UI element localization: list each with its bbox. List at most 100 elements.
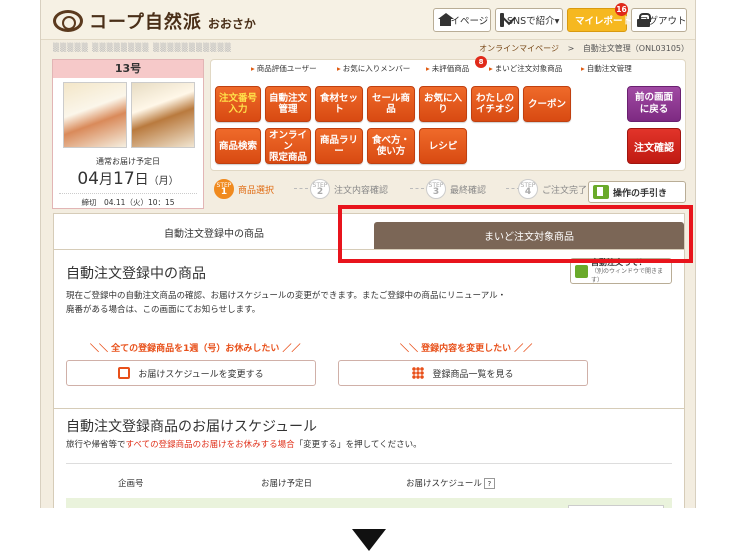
sublink-maido-items[interactable]: ▸ まいど注文対象商品 — [489, 63, 562, 74]
desc-text: 「変更する」を押してください。 — [294, 440, 422, 450]
sublink-auto-order[interactable]: ▸ 自動注文管理 — [581, 63, 632, 74]
section-title: 自動注文登録中の商品 — [66, 266, 206, 282]
button-label: セール商品 — [371, 93, 410, 115]
button-label: 自動注文 管理 — [268, 93, 307, 115]
breadcrumb: オンラインマイページ > 自動注文管理（ONL03105） — [479, 43, 689, 54]
product-rally-button[interactable]: 商品ラリー — [315, 128, 363, 164]
arrow-right-icon: ▸ — [489, 64, 493, 73]
button-label: オンライン 限定商品 — [268, 129, 307, 163]
breadcrumb-mypage[interactable]: オンラインマイページ — [479, 44, 559, 53]
button-label: レシピ — [428, 140, 458, 152]
button-label: 商品ラリー — [319, 135, 358, 157]
sublink-unrated-items[interactable]: ▸ 未評価商品 — [426, 63, 469, 74]
breadcrumb-current: 自動注文管理（ONL03105） — [582, 44, 689, 53]
catalog-image — [63, 82, 127, 148]
desc-text: 旅行や帰省等で — [66, 440, 126, 450]
column-header-label: お届けスケジュール — [406, 479, 482, 489]
book-icon — [593, 185, 609, 199]
logo-region: おおさか — [207, 16, 256, 31]
catalog-image — [131, 82, 195, 148]
order-deadline: 締切 04.11（火）10：15 — [59, 193, 197, 208]
coupon-button[interactable]: クーポン — [523, 86, 571, 122]
view-registered-items-button[interactable]: 登録商品一覧を見る — [338, 360, 588, 386]
button-label: 注文番号 入力 — [218, 93, 257, 115]
description-line: 現在ご登録中の自動注文商品の確認、お届けスケジュールの変更ができます。またご登録… — [66, 291, 507, 301]
catalog-images[interactable] — [61, 80, 195, 150]
site-header: コープ自然派 おおさか マイページ SNSで紹介▾ マイレポート 16 ログアウ… — [41, 0, 695, 40]
issue-number: 13号 — [53, 60, 203, 78]
logo-text: コープ自然派 — [89, 12, 202, 33]
order-steps: STEP 1 商品選択 STEP 2 注文内容確認 STEP 3 最終確認 STEP 4… — [214, 179, 587, 205]
grid-dots-icon — [412, 367, 425, 379]
back-button[interactable]: 前の画面 に戻る — [627, 86, 681, 122]
table-top-border — [66, 463, 672, 464]
sale-items-button[interactable]: セール商品 — [367, 86, 415, 122]
sublink-label: まいど注文対象商品 — [494, 64, 563, 73]
description-line: 廃番がある場合は、この画面にてお知らせします。 — [66, 305, 261, 315]
step-divider — [294, 188, 308, 189]
operation-guide-button[interactable]: 操作の手引き — [588, 181, 686, 203]
coop-logo-icon — [53, 10, 83, 32]
favorites-button[interactable]: お気に入り — [419, 86, 467, 122]
step-circle: STEP 4 — [518, 179, 538, 199]
delivery-weekday: （月） — [148, 176, 179, 187]
arrow-right-icon: ▸ — [426, 64, 430, 73]
button-label: わたしの イチオシ — [475, 93, 514, 115]
schedule-control[interactable] — [568, 505, 664, 508]
button-label: 商品検索 — [218, 140, 257, 152]
button-label: 食べ方・ 使い方 — [371, 135, 410, 157]
column-header-schedule: お届けスケジュール? — [406, 477, 495, 489]
desc-emphasis: すべての登録商品のお届けをお休みする場合 — [125, 440, 295, 450]
sublink-label: 商品評価ユーザー — [256, 64, 317, 73]
delivery-day-unit: 日 — [134, 172, 149, 188]
delivery-card: 13号 通常お届け予定日 04月17日（月） 締切 04.11（火）10：15 — [52, 59, 204, 209]
unrated-count-badge: 8 — [475, 56, 487, 68]
step-label: 商品選択 — [238, 185, 275, 196]
sublink-favorite-members[interactable]: ▸ お気に入りメンバー — [337, 63, 410, 74]
arrow-right-icon: ▸ — [337, 64, 341, 73]
schedule-description: 旅行や帰省等ですべての登録商品のお届けをお休みする場合「変更する」を押してくださ… — [66, 438, 422, 450]
order-number-input-button[interactable]: 注文番号 入力 — [215, 86, 261, 122]
sns-share-button[interactable]: SNSで紹介▾ — [495, 8, 563, 32]
section-divider — [54, 408, 684, 409]
step-label: ご注文完了 — [542, 185, 588, 196]
auto-order-button[interactable]: 自動注文 管理 — [265, 86, 311, 122]
site-logo[interactable]: コープ自然派 おおさか — [53, 8, 256, 34]
step-3: STEP 3 最終確認 — [426, 179, 486, 199]
menu-panel: ▸ 商品評価ユーザー ▸ お気に入りメンバー ▸ 未評価商品 8 ▸ まいど注文対象商品… — [210, 56, 686, 171]
delivery-label: 通常お届け予定日 — [96, 157, 160, 166]
account-row: ▒▒▒▒▒ ▒▒▒▒▒▒▒▒ ▒▒▒▒▒▒▒▒▒▒▒ オンラインマイページ > … — [41, 40, 695, 56]
order-confirm-button[interactable]: 注文確認 — [627, 128, 681, 164]
how-to-eat-button[interactable]: 食べ方・ 使い方 — [367, 128, 415, 164]
button-label: 登録商品一覧を見る — [432, 369, 514, 380]
step-divider — [410, 188, 424, 189]
product-search-button[interactable]: 商品検索 — [215, 128, 261, 164]
step-circle: STEP 2 — [310, 179, 330, 199]
tab-auto-order-items[interactable]: 自動注文登録中の商品 — [54, 214, 374, 250]
button-label: お気に入り — [423, 93, 462, 115]
step-label: 注文内容確認 — [334, 185, 389, 196]
change-schedule-button[interactable]: お届けスケジュールを変更する — [66, 360, 316, 386]
my-pick-button[interactable]: わたしの イチオシ — [471, 86, 519, 122]
food-set-button[interactable]: 食材セット — [315, 86, 363, 122]
down-arrow-icon — [352, 529, 386, 551]
skip-week-heading: ＼＼ 全ての登録商品を1週（号）お休みしたい ／／ — [90, 344, 301, 354]
button-label: 操作の手引き — [613, 188, 668, 199]
column-header-issue: 企画号 — [118, 479, 144, 489]
sublink-rating-users[interactable]: ▸ 商品評価ユーザー — [251, 63, 317, 74]
mail-icon — [500, 13, 504, 27]
tab-label: 自動注文登録中の商品 — [164, 228, 264, 240]
sns-label: SNSで紹介▾ — [507, 16, 560, 27]
button-label: お届けスケジュールを変更する — [138, 369, 264, 380]
recipe-button[interactable]: レシピ — [419, 128, 467, 164]
mypage-button[interactable]: マイページ — [433, 8, 491, 32]
button-label: 食材セット — [319, 93, 358, 115]
step-1: STEP 1 商品選択 — [214, 179, 274, 199]
logout-button[interactable]: ログアウト — [631, 8, 687, 32]
calendar-icon — [118, 367, 131, 379]
help-icon[interactable]: ? — [483, 478, 495, 489]
button-label: 前の画面 に戻る — [634, 92, 673, 115]
online-limited-button[interactable]: オンライン 限定商品 — [265, 128, 311, 164]
sublink-label: お気に入りメンバー — [342, 64, 411, 73]
button-label: クーポン — [527, 98, 566, 110]
